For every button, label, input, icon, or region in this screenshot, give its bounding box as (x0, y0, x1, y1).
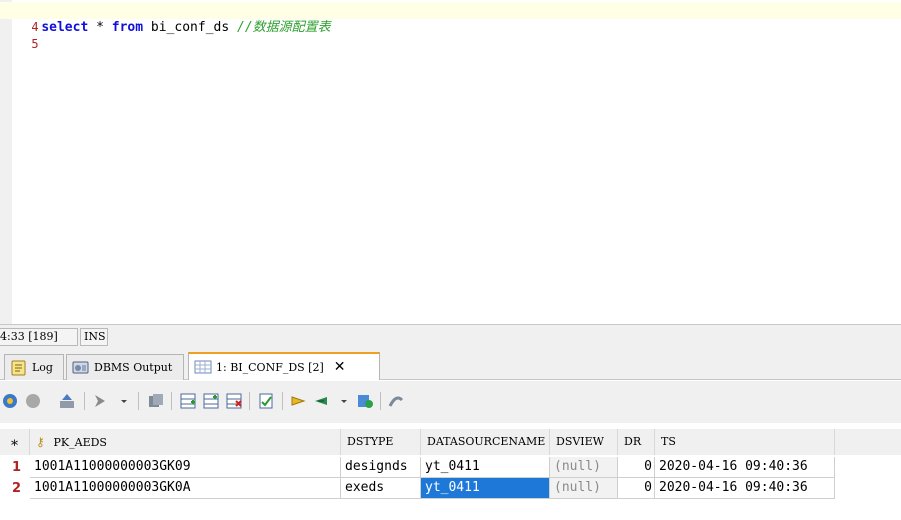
column-header-datasourcename[interactable]: DATASOURCENAME (421, 429, 550, 455)
log-icon (10, 360, 28, 376)
column-header-dsview[interactable]: DSVIEW (550, 429, 618, 455)
keyword-select: select (41, 20, 89, 35)
dropdown-icon[interactable] (334, 391, 354, 411)
commit-icon[interactable] (288, 391, 308, 411)
cell-dsview[interactable]: (null) (550, 478, 618, 499)
tab-bi-conf-ds[interactable]: 1: BI_CONF_DS [2] ✕ (188, 352, 380, 380)
insert-mode-indicator: INS (80, 328, 108, 346)
copy-icon[interactable] (146, 391, 166, 411)
tab-label: Log (32, 361, 53, 374)
stop-icon[interactable] (23, 391, 43, 411)
column-header-dr[interactable]: DR (618, 429, 655, 455)
table-row[interactable]: 2 1001A11000000003GK0A exeds yt_0411 (nu… (0, 478, 901, 499)
result-toolbar (0, 381, 901, 423)
dbms-output-icon (72, 360, 90, 376)
editor-line[interactable]: 5 (0, 19, 41, 51)
delete-record-icon[interactable] (224, 391, 244, 411)
cell-dr[interactable]: 0 (618, 457, 655, 478)
execute-icon[interactable] (0, 391, 20, 411)
rollback-icon[interactable] (311, 391, 331, 411)
dropdown-icon[interactable] (114, 391, 134, 411)
cell-pk-aeds[interactable]: 1001A11000000003GK09 (30, 457, 341, 478)
cell-dr[interactable]: 0 (618, 478, 655, 499)
table-row[interactable]: 1 1001A11000000003GK09 designds yt_0411 … (0, 457, 901, 478)
sql-comment: //数据源配置表 (237, 20, 331, 35)
column-header-ts[interactable]: TS (655, 429, 835, 455)
sql-editor[interactable]: 4 select * from bi_conf_ds //数据源配置表 5 (0, 0, 901, 324)
insert-record-after-icon[interactable] (201, 391, 221, 411)
cell-datasourcename-selected[interactable]: yt_0411 (421, 478, 550, 499)
explain-icon[interactable] (90, 391, 110, 411)
keyword-from: from (111, 20, 144, 35)
result-grid[interactable]: * ⚷ PK_AEDS DSTYPE DATASOURCENAME DSVIEW… (0, 423, 901, 520)
select-star: * (96, 20, 104, 35)
post-changes-icon[interactable] (256, 391, 276, 411)
cell-ts[interactable]: 2020-04-16 09:40:36 (655, 457, 835, 478)
cursor-position: 4:33 [189] (0, 328, 78, 346)
clear-icon[interactable] (386, 391, 406, 411)
tab-label: 1: BI_CONF_DS [2] (216, 360, 324, 374)
column-header-pk-aeds[interactable]: ⚷ PK_AEDS (30, 429, 341, 455)
column-header-label: PK_AEDS (53, 436, 107, 449)
column-header-dstype[interactable]: DSTYPE (341, 429, 421, 455)
fetch-icon[interactable] (57, 391, 77, 411)
cell-datasourcename[interactable]: yt_0411 (421, 457, 550, 478)
cell-dstype[interactable]: exeds (341, 478, 421, 499)
grid-header: * ⚷ PK_AEDS DSTYPE DATASOURCENAME DSVIEW… (0, 429, 901, 455)
line-number: 5 (31, 37, 39, 51)
row-number: 1 (12, 460, 22, 475)
tab-label: DBMS Output (94, 361, 173, 374)
tab-log[interactable]: Log (4, 354, 64, 380)
table-name: bi_conf_ds (150, 20, 230, 35)
grid-icon (194, 359, 212, 375)
cell-dstype[interactable]: designds (341, 457, 421, 478)
refresh-icon[interactable] (355, 391, 375, 411)
editor-line[interactable]: 4 select * from bi_conf_ds //数据源配置表 (0, 2, 901, 35)
editor-status-bar: 4:33 [189] INS (0, 324, 901, 348)
cell-ts[interactable]: 2020-04-16 09:40:36 (655, 478, 835, 499)
close-icon[interactable]: ✕ (334, 359, 346, 375)
output-tab-bar: Log DBMS Output 1: BI_CONF_DS [2] ✕ (0, 348, 901, 380)
insert-record-icon[interactable] (178, 391, 198, 411)
key-icon: ⚷ (36, 435, 45, 449)
cell-dsview[interactable]: (null) (550, 457, 618, 478)
row-number: 2 (12, 481, 22, 496)
cell-pk-aeds[interactable]: 1001A11000000003GK0A (30, 478, 341, 499)
tab-dbms-output[interactable]: DBMS Output (66, 354, 184, 380)
row-marker-header: * (0, 429, 30, 455)
